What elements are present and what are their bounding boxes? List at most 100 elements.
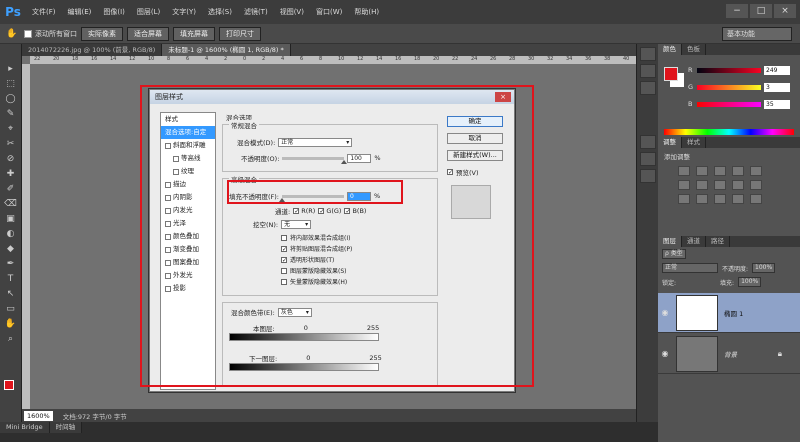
adjustment-icon[interactable] — [714, 180, 726, 190]
tool-icon[interactable]: T — [3, 272, 19, 286]
tool-icon[interactable]: ▭ — [3, 302, 19, 316]
tab-paths[interactable]: 路径 — [706, 236, 730, 247]
slider-g[interactable]: G 3 — [688, 82, 798, 92]
scroll-all-label: 滚动所有窗口 — [35, 29, 77, 38]
adjustment-icon[interactable] — [750, 194, 762, 204]
eye-icon[interactable]: ◉ — [658, 308, 672, 317]
menu-item[interactable]: 文件(F) — [26, 7, 62, 17]
layer-name: 背景 — [724, 350, 737, 359]
tool-icon[interactable]: ▣ — [3, 212, 19, 226]
slider-g-value[interactable]: 3 — [764, 82, 790, 92]
tool-icon[interactable]: ◐ — [3, 227, 19, 241]
tab-color[interactable]: 颜色 — [658, 44, 682, 55]
layer-opacity-field[interactable]: 100% — [752, 263, 776, 273]
layer-fill-field[interactable]: 100% — [738, 277, 762, 287]
menu-item[interactable]: 图像(I) — [97, 7, 131, 17]
document-tab[interactable]: 2014072226.jpg @ 100% (前景, RGB/8) — [22, 44, 163, 56]
properties-panel-icon[interactable] — [639, 64, 656, 78]
adjustment-icon[interactable] — [732, 166, 744, 176]
layer-filter-select[interactable]: ρ 类型 — [662, 249, 686, 259]
tool-icon[interactable]: ✚ — [3, 167, 19, 181]
workspace-select[interactable]: 基本功能 — [722, 27, 792, 41]
fit-screen-button[interactable]: 适合屏幕 — [127, 26, 169, 41]
tab-adjustments[interactable]: 调整 — [658, 137, 682, 148]
hand-tool-icon[interactable]: ✋ — [4, 27, 20, 41]
slider-r-value[interactable]: 249 — [764, 65, 790, 75]
layer-filter-row: ρ 类型 — [658, 247, 800, 261]
tool-icon[interactable]: ⬚ — [3, 77, 19, 91]
tool-icon[interactable]: ⌕ — [3, 332, 19, 346]
tool-icon[interactable]: ⌖ — [3, 122, 19, 136]
slider-r[interactable]: R 249 — [688, 65, 798, 75]
slider-r-track[interactable] — [697, 67, 761, 73]
tool-icon[interactable]: ✋ — [3, 317, 19, 331]
menu-item[interactable]: 帮助(H) — [348, 7, 385, 17]
layer-row-ellipse[interactable]: ◉ 椭圆 1 — [658, 293, 800, 333]
tab-channels[interactable]: 通道 — [682, 236, 706, 247]
adjustment-icon[interactable] — [696, 166, 708, 176]
adjustment-icon[interactable] — [714, 194, 726, 204]
ruler-mark: 38 — [604, 56, 611, 62]
slider-b-track[interactable] — [697, 101, 761, 107]
checkbox-box[interactable] — [24, 29, 32, 38]
adjustment-icon[interactable] — [714, 166, 726, 176]
horizontal-ruler: 22 20 18 16 14 12 10 8 6 4 2 0 2 4 6 8 10 12 14 16 18 20 22 24 2… — [30, 56, 636, 64]
tool-icon[interactable]: ▸ — [3, 62, 19, 76]
tab-timeline[interactable]: 时间轴 — [49, 422, 83, 433]
adjustment-icon[interactable] — [750, 166, 762, 176]
paragraph-panel-icon[interactable] — [639, 169, 656, 183]
minimize-button[interactable]: − — [726, 4, 748, 18]
adjustment-icon[interactable] — [732, 194, 744, 204]
actual-pixels-button[interactable]: 实际像素 — [81, 26, 123, 41]
tool-icon[interactable]: ✎ — [3, 107, 19, 121]
tool-icon[interactable]: ◆ — [3, 242, 19, 256]
color-spectrum[interactable] — [664, 129, 794, 135]
foreground-color-swatch[interactable] — [4, 380, 14, 390]
layer-row-background[interactable]: ◉ 背景 🔒︎ — [658, 334, 800, 374]
adjustment-icon[interactable] — [678, 180, 690, 190]
eye-icon[interactable]: ◉ — [658, 349, 672, 358]
tab-layers[interactable]: 图层 — [658, 236, 682, 247]
tool-icon[interactable]: ✒ — [3, 257, 19, 271]
scroll-all-windows-checkbox[interactable]: 滚动所有窗口 — [24, 29, 77, 39]
slider-b-value[interactable]: 35 — [764, 99, 790, 109]
menu-item[interactable]: 视图(V) — [274, 7, 310, 17]
menu-item[interactable]: 滤镜(T) — [238, 7, 274, 17]
tab-styles[interactable]: 样式 — [682, 137, 706, 148]
print-size-button[interactable]: 打印尺寸 — [219, 26, 261, 41]
tool-icon[interactable]: ◯ — [3, 92, 19, 106]
adjustment-icon[interactable] — [750, 180, 762, 190]
panel-foreground-swatch[interactable] — [664, 67, 678, 81]
menu-item[interactable]: 选择(S) — [202, 7, 238, 17]
tool-icon[interactable]: ↖ — [3, 287, 19, 301]
layer-blend-select[interactable]: 正常 — [662, 263, 718, 273]
tab-mini-bridge[interactable]: Mini Bridge — [0, 422, 50, 433]
maximize-button[interactable]: □ — [750, 4, 772, 18]
adjustment-icon[interactable] — [696, 180, 708, 190]
document-tab[interactable]: 未标题-1 @ 1600% (椭圆 1, RGB/8) * — [162, 44, 291, 56]
fill-screen-button[interactable]: 填充屏幕 — [173, 26, 215, 41]
character-panel-icon[interactable] — [639, 152, 656, 166]
zoom-level[interactable]: 1600% — [24, 410, 53, 421]
info-panel-icon[interactable] — [639, 81, 656, 95]
adjustment-icon[interactable] — [678, 166, 690, 176]
menu-item[interactable]: 文字(Y) — [166, 7, 202, 17]
tool-icon[interactable]: ✐ — [3, 182, 19, 196]
menu-item[interactable]: 编辑(E) — [62, 7, 98, 17]
tool-icon[interactable]: ⊘ — [3, 152, 19, 166]
slider-g-track[interactable] — [697, 84, 761, 90]
close-window-button[interactable]: × — [774, 4, 796, 18]
ruler-mark: 10 — [148, 56, 155, 62]
menu-item[interactable]: 窗口(W) — [310, 7, 348, 17]
tab-swatches[interactable]: 色板 — [682, 44, 706, 55]
tool-icon[interactable]: ✂ — [3, 137, 19, 151]
menu-item[interactable]: 图层(L) — [131, 7, 166, 17]
slider-b[interactable]: B 35 — [688, 99, 798, 109]
tool-icon[interactable]: ⌫ — [3, 197, 19, 211]
adjustment-icon[interactable] — [696, 194, 708, 204]
ruler-mark: 12 — [129, 56, 136, 62]
history-panel-icon[interactable] — [639, 47, 656, 61]
brush-panel-icon[interactable] — [639, 135, 656, 149]
adjustment-icon[interactable] — [678, 194, 690, 204]
adjustment-icon[interactable] — [732, 180, 744, 190]
